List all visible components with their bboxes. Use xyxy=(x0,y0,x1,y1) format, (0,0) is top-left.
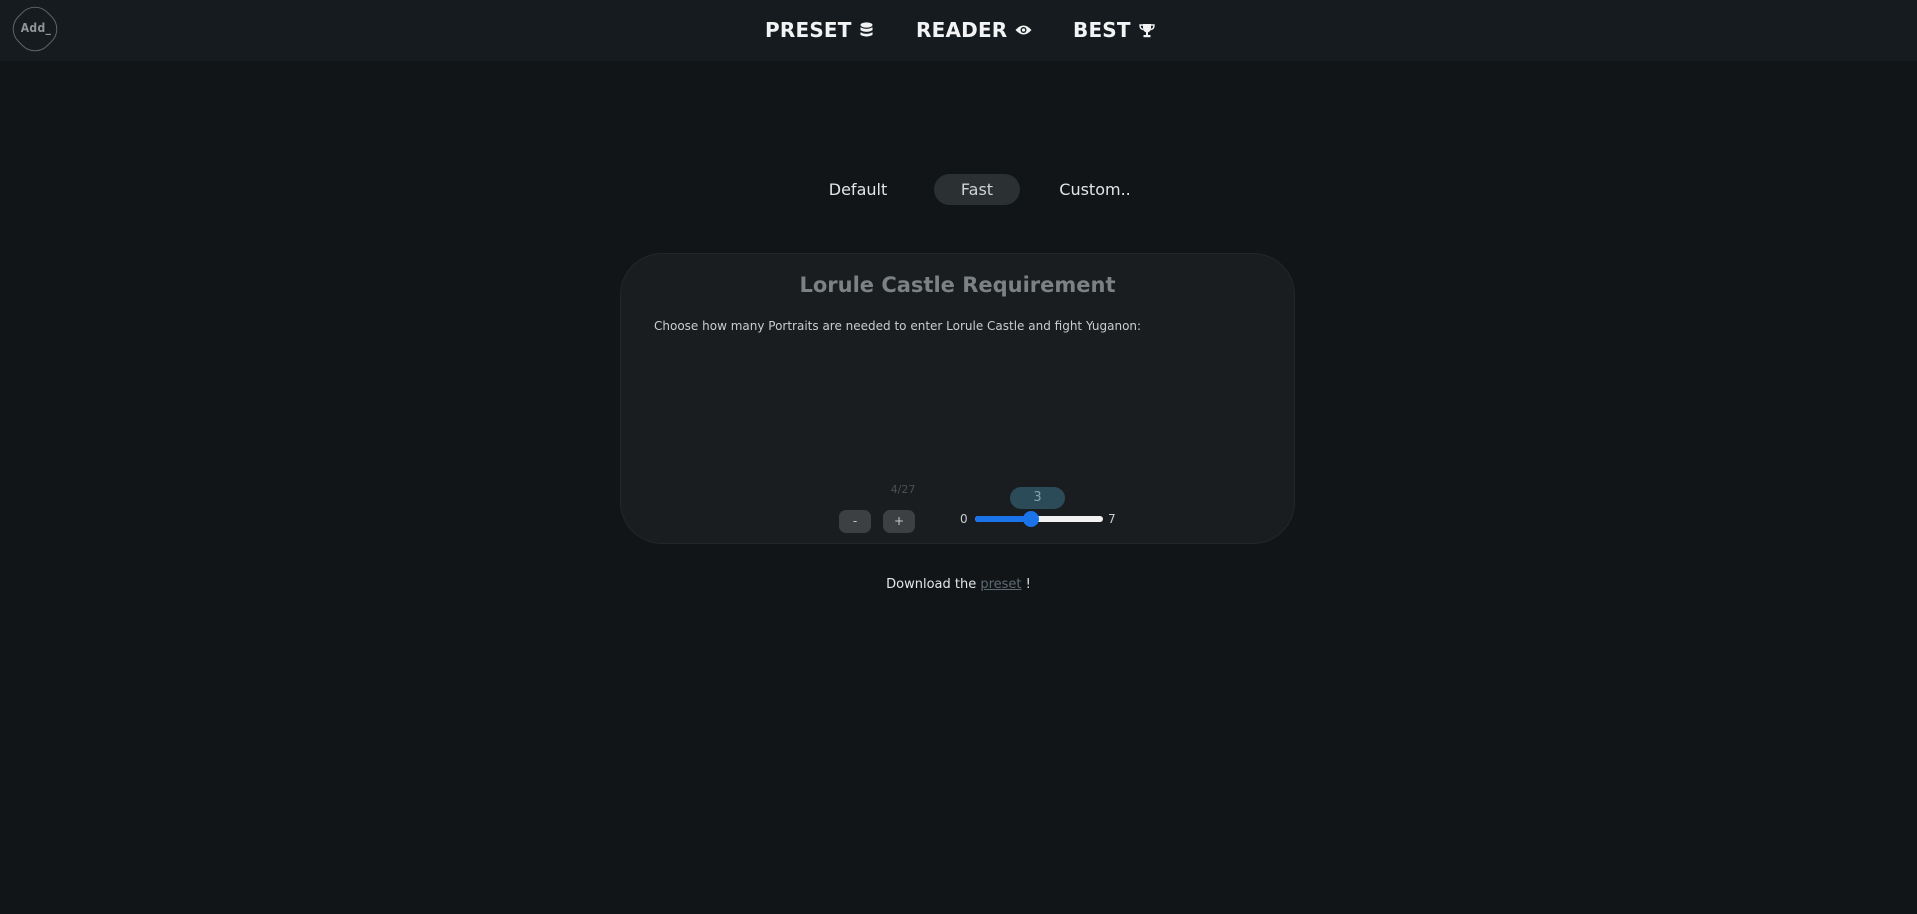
download-prefix: Download the xyxy=(886,577,981,592)
slider-thumb[interactable] xyxy=(1023,511,1039,527)
nav-preset[interactable]: PRESET xyxy=(765,17,873,43)
previous-button[interactable]: - xyxy=(839,510,871,533)
setting-counter: 4/27 xyxy=(890,483,916,496)
top-bar: Add_ PRESET READER BEST xyxy=(0,0,1917,61)
nav-reader-label: READER xyxy=(916,18,1008,42)
database-icon xyxy=(860,22,873,38)
next-button[interactable]: + xyxy=(883,510,915,533)
nav-reader[interactable]: READER xyxy=(916,17,1032,43)
download-suffix: ! xyxy=(1021,577,1031,592)
setting-description: Choose how many Portraits are needed to … xyxy=(654,319,1142,333)
eye-icon xyxy=(1015,24,1032,36)
nav-preset-label: PRESET xyxy=(765,18,852,42)
nav-best[interactable]: BEST xyxy=(1073,17,1155,43)
nav-best-label: BEST xyxy=(1073,18,1131,42)
download-line: Download the preset ! xyxy=(0,577,1917,592)
tab-fast[interactable]: Fast xyxy=(934,174,1020,205)
trophy-icon xyxy=(1139,23,1155,38)
slider-max-label: 7 xyxy=(1108,512,1116,526)
tab-custom[interactable]: Custom.. xyxy=(1052,174,1138,205)
setting-title: Lorule Castle Requirement xyxy=(799,273,1116,297)
preset-download-link[interactable]: preset xyxy=(980,577,1021,592)
slider-value-bubble: 3 xyxy=(1010,487,1065,509)
portrait-count-slider[interactable] xyxy=(975,511,1103,527)
tab-default[interactable]: Default xyxy=(820,174,896,205)
logo-text: Add_ xyxy=(20,21,52,35)
preset-tabs: Default Fast Custom.. xyxy=(0,174,1917,206)
slider-min-label: 0 xyxy=(960,512,968,526)
setting-card: Lorule Castle Requirement Choose how man… xyxy=(620,253,1295,544)
